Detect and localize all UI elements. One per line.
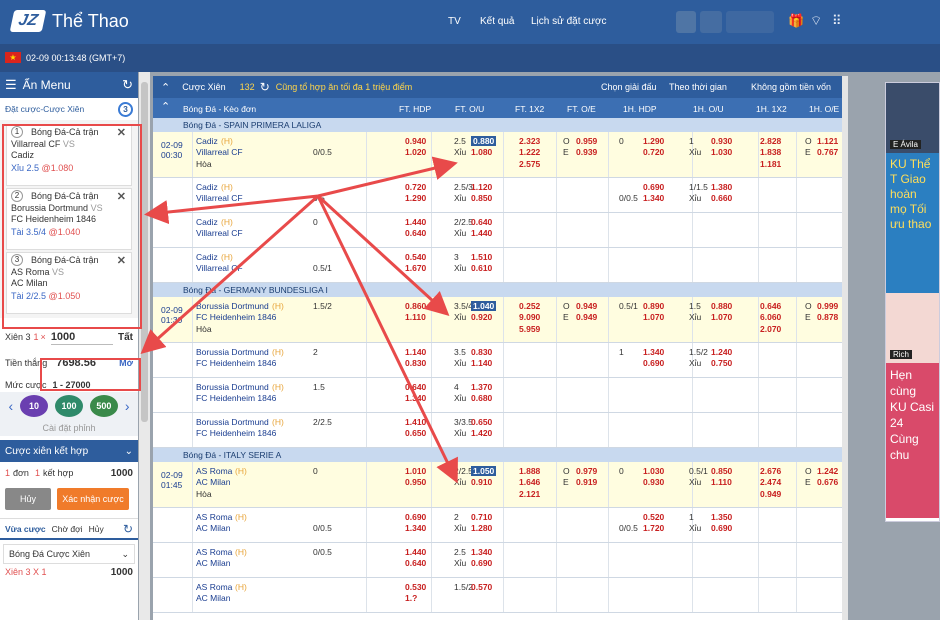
arrow	[317, 156, 458, 198]
annotation-arrows	[140, 156, 458, 484]
arrow	[316, 194, 450, 317]
arrow	[140, 194, 319, 354]
arrow	[316, 195, 458, 484]
arrow	[144, 194, 319, 225]
